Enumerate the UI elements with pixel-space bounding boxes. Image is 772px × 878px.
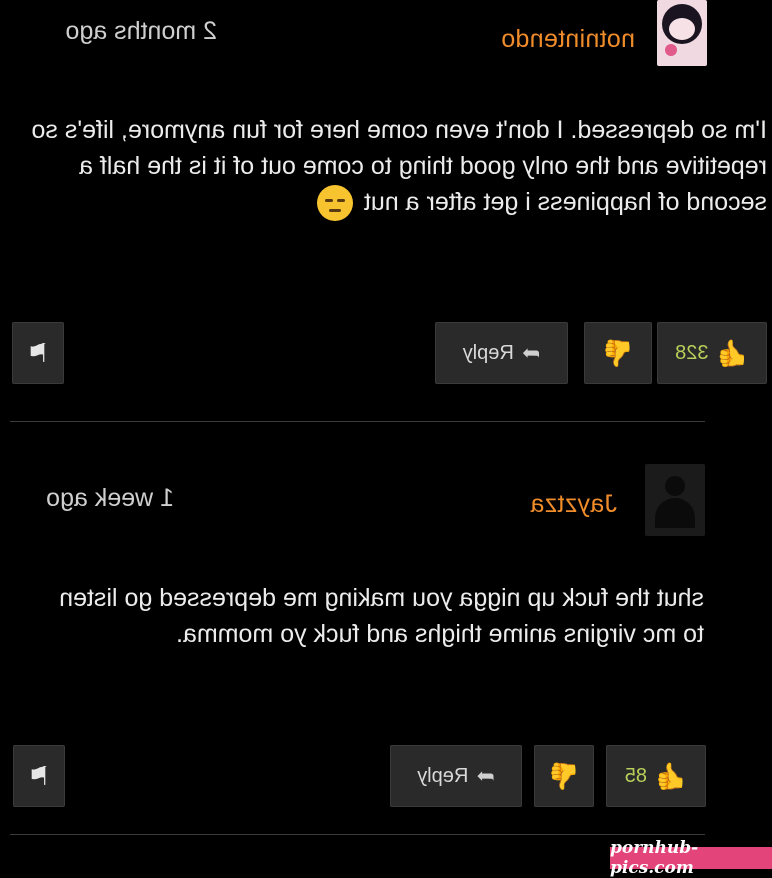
thumbs-up-icon: 👍 [716,337,749,368]
reply-label: Reply [417,764,469,787]
avatar-heart [665,44,677,56]
avatar[interactable] [657,0,707,66]
thumbs-up-icon: 👍 [654,760,688,791]
watermark: pornhub-pics.com [610,838,772,878]
reply-arrow-icon: ➦ [521,340,541,365]
comment-text-body: I'm so depressed. I don't even come here… [31,116,767,216]
avatar[interactable] [645,464,705,536]
divider [10,421,705,422]
username[interactable]: notnintendo [501,25,635,54]
flag-icon: ⚑ [26,337,50,368]
flag-icon: ⚑ [27,760,51,791]
comment-text: I'm so depressed. I don't even come here… [27,112,767,222]
flag-button[interactable]: ⚑ [13,745,65,807]
reply-button[interactable]: ➦ Reply [390,745,522,807]
dislike-button[interactable]: 👎 [534,745,594,807]
comment-time: 2 months ago [65,17,218,45]
comment-time: 1 week ago [46,484,174,512]
like-count: 328 [675,341,709,364]
username[interactable]: Jayztza [530,490,617,519]
like-button[interactable]: 👍 85 [606,745,706,807]
reply-arrow-icon: ➦ [476,763,495,788]
divider [10,834,705,835]
default-avatar-body [655,498,695,528]
reply-button[interactable]: ➦ Reply [435,322,568,384]
dislike-button[interactable]: 👎 [584,322,652,384]
comment-text: shut the fuck up nigga you making me dep… [59,584,704,648]
flag-button[interactable]: ⚑ [12,322,64,384]
thumbs-down-icon: 👎 [547,760,581,791]
pensive-face-icon [316,185,353,222]
default-avatar-head [665,476,685,496]
like-count: 85 [624,764,647,787]
reply-label: Reply [462,341,514,364]
like-button[interactable]: 👍 328 [657,322,767,384]
thumbs-down-icon: 👎 [601,337,635,368]
avatar-face [669,18,695,40]
mirrored-comment-thread: notnintendo 2 months ago I'm so depresse… [0,0,772,869]
